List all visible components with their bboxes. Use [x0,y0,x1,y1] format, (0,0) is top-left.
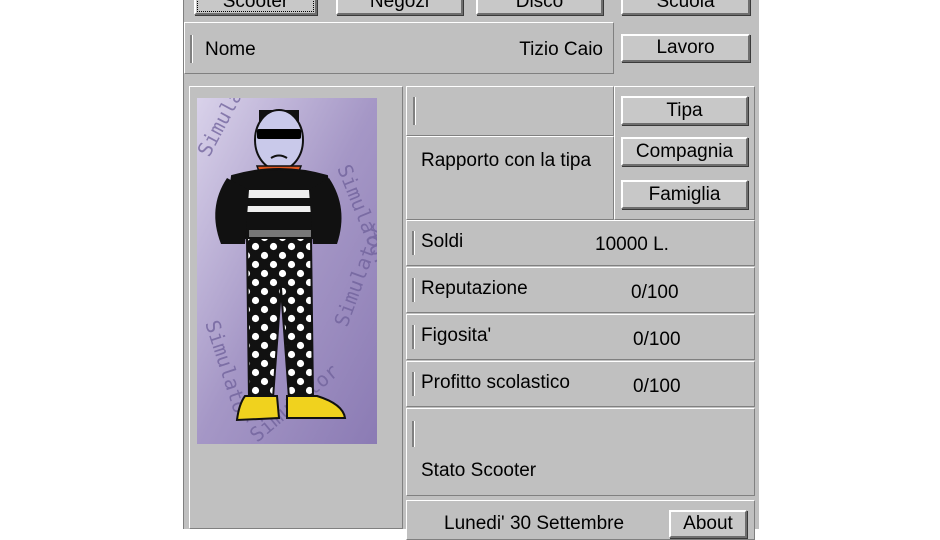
relationship-label: Rapporto con la tipa [421,150,592,171]
name-label: Nome [205,39,256,60]
relationship-panel: Rapporto con la tipa [406,136,614,220]
stat-divider [412,278,415,302]
stat-row-figosita: Figosita' 0/100 [406,314,755,360]
date-label: Lunedi' 30 Settembre [444,513,625,534]
lavoro-button[interactable]: Lavoro [621,34,750,62]
stat-divider [412,231,415,255]
famiglia-button[interactable]: Famiglia [621,180,748,209]
scooter-button[interactable]: Scooter [194,0,317,15]
stat-label-soldi: Soldi [421,231,464,252]
stat-value-figosita: 0/100 [633,329,681,350]
stat-value-soldi: 10000 L. [595,234,669,255]
compagnia-button[interactable]: Compagnia [621,137,748,166]
scooter-status-divider [412,421,415,447]
relationship-blank-divider [413,97,416,125]
stat-divider [412,372,415,396]
scooter-status-panel: Stato Scooter [406,408,755,496]
stat-label-figosita: Figosita' [421,325,492,346]
stat-label-reputazione: Reputazione [421,278,528,299]
name-value: Tizio Caio [519,39,603,60]
about-button[interactable]: About [669,510,747,538]
stat-row-profitto: Profitto scolastico 0/100 [406,361,755,407]
stat-label-profitto: Profitto scolastico [421,372,570,393]
name-panel: Nome Tizio Caio [184,22,614,74]
stat-row-soldi: Soldi 10000 L. [406,220,755,266]
main-window: Scooter Negozi Disco Scuola Nome Tizio C… [183,0,759,540]
scuola-button[interactable]: Scuola [621,0,750,15]
character-portrait: Simulator Simulator Simulator Simulator … [197,98,377,444]
tipa-button[interactable]: Tipa [621,96,748,125]
name-divider [190,35,193,63]
relationship-blank-panel [406,86,614,136]
stat-divider [412,325,415,349]
disco-button[interactable]: Disco [476,0,603,15]
negozi-button[interactable]: Negozi [336,0,463,15]
stat-value-reputazione: 0/100 [631,282,679,303]
character-image: Simulator Simulator Simulator Simulator … [197,98,377,444]
stat-value-profitto: 0/100 [633,376,681,397]
stat-row-reputazione: Reputazione 0/100 [406,267,755,313]
scooter-status-label: Stato Scooter [421,460,537,481]
